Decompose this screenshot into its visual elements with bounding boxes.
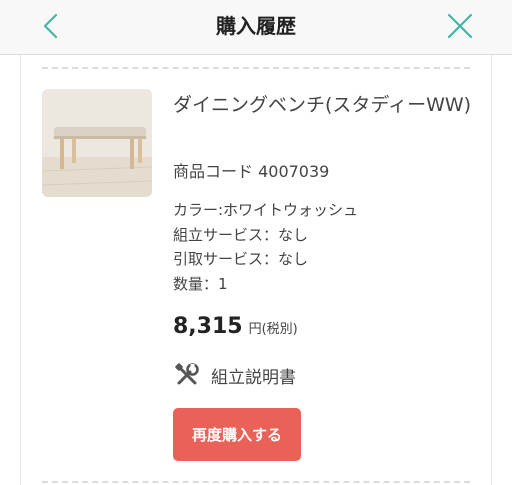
product-code: 商品コード 4007039	[173, 162, 330, 181]
attribute-pickup-service: 引取サービス：なし	[173, 250, 309, 268]
attribute-color: カラー:ホワイトウォッシュ	[173, 201, 359, 219]
divider-bottom	[42, 481, 470, 483]
attribute-assembly-service: 組立サービス：なし	[173, 225, 309, 244]
price-value: 8,315	[173, 314, 243, 339]
divider-top	[42, 67, 470, 69]
page-title: 購入履歴	[216, 14, 296, 38]
product-attributes: カラー:ホワイトウォッシュ 組立サービス：なし 引取サービス：なし 数量：1	[173, 198, 358, 296]
rebuy-button[interactable]: 再度購入する	[173, 408, 301, 461]
product-image[interactable]	[42, 89, 152, 197]
assembly-manual-label: 組立説明書	[211, 367, 296, 388]
price-unit: 円(税別)	[248, 322, 298, 337]
price-row: 8,315 円(税別)	[173, 314, 298, 339]
assembly-manual-link[interactable]: 組立説明書	[173, 359, 296, 391]
tools-icon	[175, 363, 199, 385]
close-icon[interactable]	[444, 10, 476, 42]
attribute-quantity: 数量：1	[173, 274, 228, 293]
product-name[interactable]: ダイニングベンチ(スタディーWW)	[173, 90, 473, 120]
header-bar: 購入履歴	[0, 0, 512, 55]
